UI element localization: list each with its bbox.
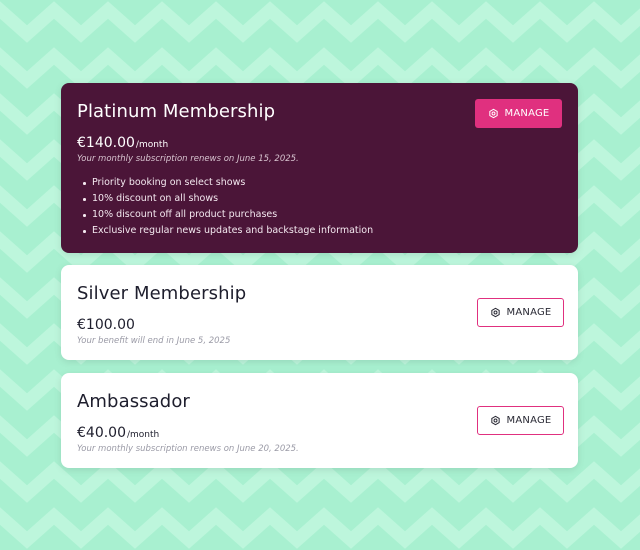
price-amount: €40.00 [77,425,126,441]
price-period: /month [127,430,160,440]
price-amount: €140.00 [77,135,135,151]
manage-button[interactable]: MANAGE [477,298,564,327]
renewal-note: Your monthly subscription renews on June… [77,154,299,164]
plan-price: €140.00/month [77,135,168,151]
plan-title: Platinum Membership [77,101,276,122]
manage-button-label: MANAGE [506,307,552,318]
platinum-membership-card: Platinum Membership €140.00/month Your m… [61,83,578,253]
benefit-item: 10% discount off all product purchases [77,207,373,223]
price-amount: €100.00 [77,317,135,333]
benefit-item: Priority booking on select shows [77,175,373,191]
manage-button[interactable]: MANAGE [477,406,564,435]
plan-title: Silver Membership [77,283,247,304]
renewal-note: Your monthly subscription renews on June… [77,444,299,454]
plan-price: €100.00 [77,317,135,333]
gear-icon [488,108,499,119]
benefit-item: Exclusive regular news updates and backs… [77,223,373,239]
gear-icon [490,307,501,318]
price-period: /month [135,140,169,150]
ambassador-card: Ambassador €40.00/month Your monthly sub… [61,373,578,468]
plan-title: Ambassador [77,391,190,412]
manage-button-label: MANAGE [504,108,550,119]
plan-price: €40.00/month [77,425,159,441]
benefit-end-note: Your benefit will end in June 5, 2025 [77,336,231,346]
silver-membership-card: Silver Membership €100.00 Your benefit w… [61,265,578,360]
benefits-list: Priority booking on select shows 10% dis… [77,175,373,239]
benefit-item: 10% discount on all shows [77,191,373,207]
gear-icon [490,415,501,426]
manage-button[interactable]: MANAGE [475,99,562,128]
manage-button-label: MANAGE [506,415,552,426]
